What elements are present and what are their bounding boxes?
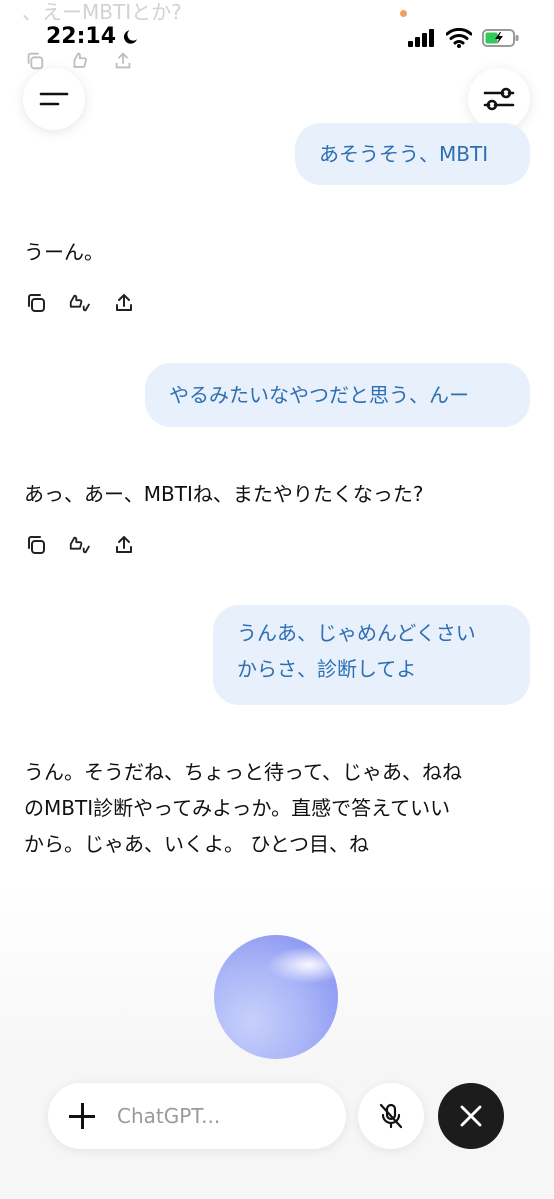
- copy-button[interactable]: [24, 291, 48, 315]
- sliders-icon: [483, 87, 515, 111]
- user-message-bubble: うんあ、じゃめんどくさい からさ、診断してよ: [213, 605, 530, 705]
- share-button[interactable]: [112, 291, 136, 315]
- share-icon: [116, 536, 132, 553]
- close-icon: [460, 1105, 482, 1127]
- share-icon: [115, 52, 131, 69]
- status-time-text: 22:14: [46, 24, 117, 49]
- voice-orb: [214, 935, 338, 1059]
- user-message-line: うんあ、じゃめんどくさい: [237, 621, 476, 645]
- share-button[interactable]: [112, 533, 136, 557]
- feedback-button[interactable]: [68, 533, 92, 557]
- message-actions: [24, 533, 136, 557]
- user-message-text: やるみたいなやつだと思う、んー: [169, 383, 469, 407]
- assistant-message-line: うん。そうだね、ちょっと待って、じゃあ、ねね: [24, 760, 462, 784]
- mute-microphone-button[interactable]: [358, 1083, 424, 1149]
- user-message-line: からさ、診断してよ: [237, 657, 417, 681]
- plus-icon[interactable]: [69, 1103, 95, 1129]
- status-time: 22:14: [46, 24, 140, 49]
- message-actions: [24, 291, 136, 315]
- assistant-message-line: のMBTI診断やってみよっか。直感で答えていい: [24, 796, 451, 820]
- assistant-message-text: うん。そうだね、ちょっと待って、じゃあ、ねね のMBTI診断やってみよっか。直感…: [24, 754, 462, 862]
- moon-icon: [123, 29, 138, 44]
- share-icon: [116, 294, 132, 311]
- copy-icon: [27, 52, 44, 70]
- user-message-bubble: あそうそう、MBTI: [295, 123, 530, 185]
- wifi-icon: [446, 28, 472, 48]
- copy-icon: [28, 294, 45, 312]
- user-message-bubble: やるみたいなやつだと思う、んー: [145, 363, 530, 427]
- end-voice-button[interactable]: [438, 1083, 504, 1149]
- assistant-message-line-text: から。じゃあ、いくよ。 ひとつ目、ね: [24, 832, 369, 856]
- assistant-message-text: うーん。: [24, 240, 104, 264]
- menu-button[interactable]: [23, 68, 85, 130]
- previous-message-actions: [24, 50, 134, 72]
- copy-button[interactable]: [24, 533, 48, 557]
- assistant-message-line: から。じゃあ、いくよ。 ひとつ目、ね: [24, 826, 462, 862]
- menu-icon: [39, 92, 69, 106]
- mic-off-icon: [379, 1103, 403, 1129]
- privacy-indicator-dot: [400, 10, 407, 17]
- feedback-button[interactable]: [68, 291, 92, 315]
- cellular-signal-icon: [408, 29, 434, 47]
- copy-icon: [28, 536, 45, 554]
- voice-settings-button[interactable]: [468, 68, 530, 130]
- thumbs-icon: [73, 52, 88, 68]
- composer[interactable]: ChatGPT...: [48, 1083, 346, 1149]
- user-message-text: あそうそう、MBTI: [319, 142, 489, 166]
- thumbs-icon: [69, 536, 91, 554]
- assistant-message-text: あっ、あー、MBTIね、またやりたくなった?: [24, 482, 424, 506]
- thumbs-icon: [69, 294, 91, 312]
- previous-message-text: 、えーMBTIとか?: [22, 0, 182, 24]
- battery-charging-icon: [482, 29, 519, 47]
- composer-placeholder: ChatGPT...: [117, 1104, 221, 1128]
- status-icons: [408, 28, 520, 48]
